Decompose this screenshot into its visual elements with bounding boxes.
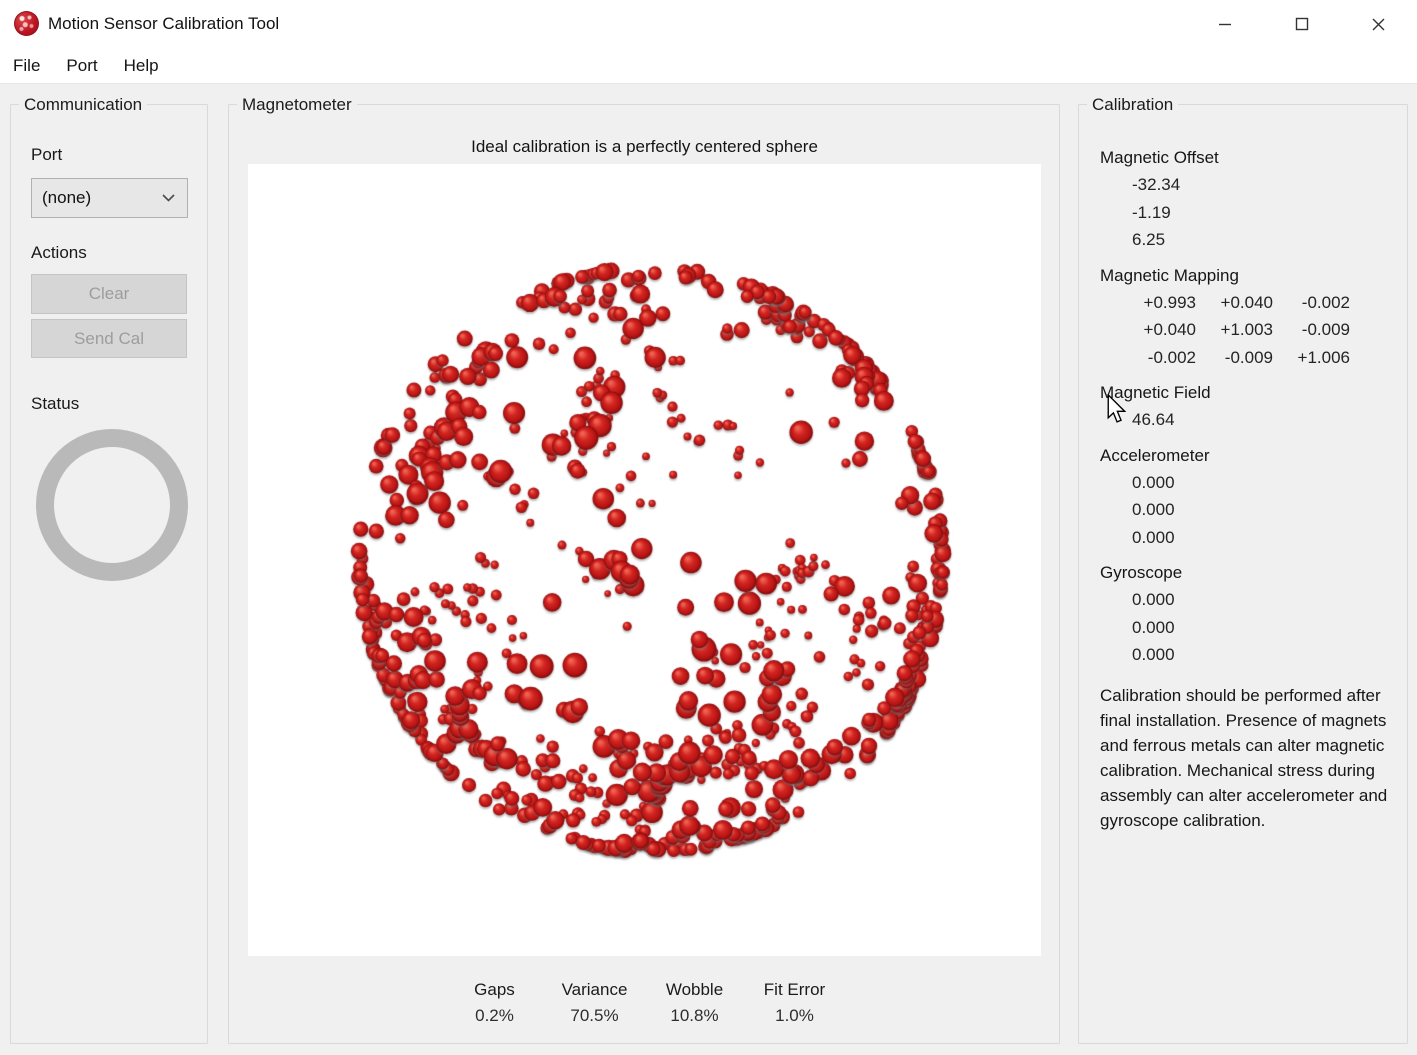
stat-label: Variance — [549, 977, 641, 1003]
stat-gaps: Gaps0.2% — [449, 977, 541, 1029]
window-title: Motion Sensor Calibration Tool — [48, 14, 279, 34]
magnetometer-panel: Magnetometer Ideal calibration is a perf… — [228, 104, 1060, 1044]
calibration-note: Calibration should be performed after fi… — [1100, 683, 1392, 833]
menu-item-port[interactable]: Port — [53, 48, 110, 83]
menu-item-help[interactable]: Help — [111, 48, 172, 83]
app-window: Motion Sensor Calibration Tool FilePortH… — [0, 0, 1417, 1055]
magnetometer-caption: Ideal calibration is a perfectly centere… — [248, 137, 1041, 157]
communication-panel: Communication Port (none) Actions Clear … — [10, 104, 208, 1044]
minimize-button[interactable] — [1186, 0, 1263, 48]
status-label: Status — [31, 394, 79, 414]
cal-section-label: Magnetic Mapping — [1100, 263, 1392, 289]
cal-matrix-cell: +1.006 — [1286, 344, 1350, 372]
stat-value: 70.5% — [549, 1003, 641, 1029]
cal-matrix-cell: -0.009 — [1286, 316, 1350, 344]
menu-item-file[interactable]: File — [0, 48, 53, 83]
status-ring-indicator — [36, 429, 188, 581]
calibration-panel: Calibration Magnetic Offset-32.34-1.196.… — [1078, 104, 1408, 1044]
actions-label: Actions — [31, 243, 87, 263]
close-button[interactable] — [1340, 0, 1417, 48]
calibration-panel-title: Calibration — [1087, 94, 1178, 115]
cal-value-row: 0.000 — [1100, 524, 1392, 552]
stat-label: Wobble — [649, 977, 741, 1003]
cal-section-label: Gyroscope — [1100, 560, 1392, 586]
port-label: Port — [31, 145, 62, 165]
cal-matrix-cell: -0.009 — [1209, 344, 1273, 372]
maximize-button[interactable] — [1263, 0, 1340, 48]
stat-variance: Variance70.5% — [549, 977, 641, 1029]
send-cal-button[interactable]: Send Cal — [31, 319, 187, 358]
stat-wobble: Wobble10.8% — [649, 977, 741, 1029]
cal-value-row: +0.993 +0.040 -0.002 — [1100, 289, 1392, 317]
cal-section-label: Magnetic Field — [1100, 380, 1392, 406]
cal-value-row: 46.64 — [1100, 406, 1392, 434]
close-icon — [1371, 17, 1386, 32]
cal-value-row: -32.34 — [1100, 171, 1392, 199]
cal-matrix-cell: +1.003 — [1209, 316, 1273, 344]
stat-label: Gaps — [449, 977, 541, 1003]
calibration-values: Magnetic Offset-32.34-1.196.25 Magnetic M… — [1100, 145, 1392, 833]
window-controls — [1186, 0, 1417, 48]
cal-matrix-cell: +0.040 — [1209, 289, 1273, 317]
port-select-value: (none) — [42, 188, 91, 208]
chevron-down-icon — [162, 194, 175, 202]
port-select[interactable]: (none) — [31, 178, 188, 218]
cal-value-row: 0.000 — [1100, 614, 1392, 642]
magnetometer-panel-title: Magnetometer — [237, 94, 357, 115]
cal-matrix-cell: -0.002 — [1132, 344, 1196, 372]
cal-value-row: 0.000 — [1100, 586, 1392, 614]
stat-value: 0.2% — [449, 1003, 541, 1029]
cal-value-row: 6.25 — [1100, 226, 1392, 254]
minimize-icon — [1218, 17, 1232, 31]
titlebar[interactable]: Motion Sensor Calibration Tool — [0, 0, 1417, 48]
cal-value-row: 0.000 — [1100, 469, 1392, 497]
cal-value-row: +0.040 +1.003 -0.009 — [1100, 316, 1392, 344]
cal-value-row: -1.19 — [1100, 199, 1392, 227]
stat-value: 10.8% — [649, 1003, 741, 1029]
cal-matrix-cell: +0.040 — [1132, 316, 1196, 344]
cal-section-label: Magnetic Offset — [1100, 145, 1392, 171]
stat-value: 1.0% — [749, 1003, 841, 1029]
maximize-icon — [1295, 17, 1309, 31]
communication-panel-title: Communication — [19, 94, 147, 115]
stat-fit-error: Fit Error1.0% — [749, 977, 841, 1029]
magnetometer-3d-view[interactable] — [248, 164, 1041, 956]
app-logo-icon — [14, 11, 39, 36]
cal-value-row: -0.002 -0.009 +1.006 — [1100, 344, 1392, 372]
cal-value-row: 0.000 — [1100, 496, 1392, 524]
cal-matrix-cell: -0.002 — [1286, 289, 1350, 317]
magnetometer-stats: Gaps0.2%Variance70.5%Wobble10.8%Fit Erro… — [248, 977, 1041, 1029]
cal-matrix-cell: +0.993 — [1132, 289, 1196, 317]
menubar: FilePortHelp — [0, 48, 1417, 84]
stat-label: Fit Error — [749, 977, 841, 1003]
cal-value-row: 0.000 — [1100, 641, 1392, 669]
cal-section-label: Accelerometer — [1100, 443, 1392, 469]
clear-button[interactable]: Clear — [31, 274, 187, 314]
